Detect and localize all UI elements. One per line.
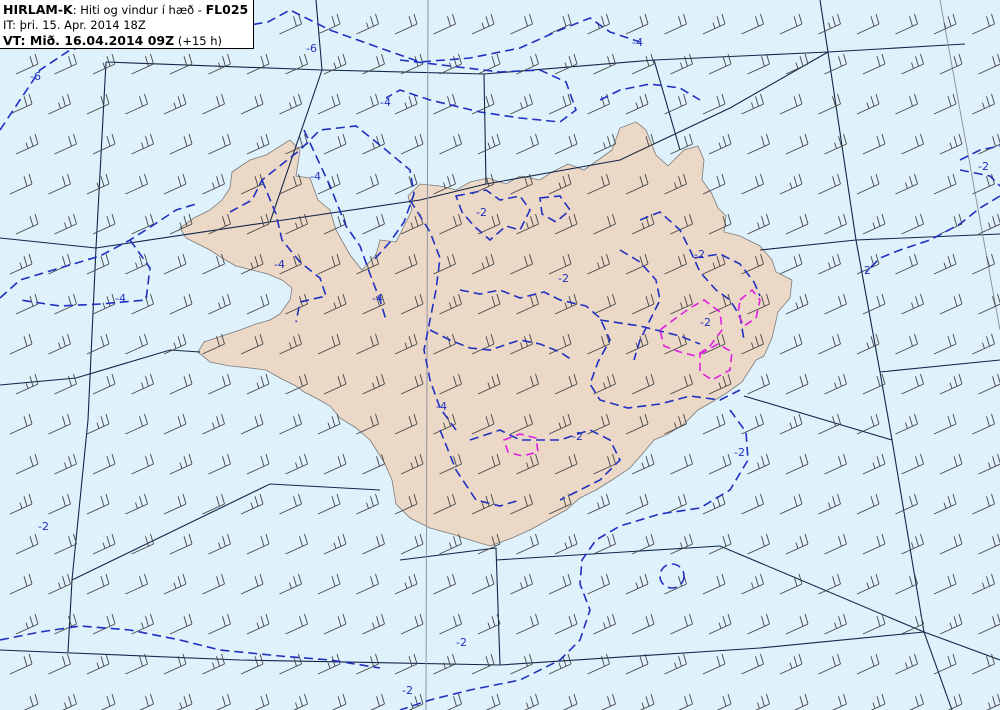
- contour-label: -2: [456, 636, 467, 649]
- valid-time-line: VT: Mið. 16.04.2014 09Z (+15 h): [3, 33, 250, 49]
- contour-label: -2: [572, 430, 583, 443]
- contour-label: -4: [436, 400, 447, 413]
- valid-offset: (+15 h): [174, 34, 223, 48]
- contour-label: -2: [978, 160, 989, 173]
- valid-time: Mið. 16.04.2014 09Z: [29, 33, 175, 48]
- contour-label: -2: [860, 264, 871, 277]
- contour-label: -2: [476, 206, 487, 219]
- contour-label: -2: [402, 684, 413, 697]
- contour-label: -4: [310, 170, 321, 183]
- contour-label: -2: [558, 272, 569, 285]
- map-title-box: HIRLAM-K: Hiti og vindur í hæð - FL025 I…: [0, 0, 254, 49]
- contour-label: -4: [372, 292, 383, 305]
- contour-label: -4: [115, 292, 126, 305]
- contour-label: -6: [306, 42, 317, 55]
- contour-label: -2: [734, 446, 745, 459]
- contour-label: -2: [694, 248, 705, 261]
- weather-map: -6 -6 -4 -4 -4 -4 -4 -4 -2 -2 -2 -2 -2 -…: [0, 0, 1000, 710]
- issue-time: IT: þri. 15. Apr. 2014 18Z: [3, 18, 146, 32]
- contour-label: -4: [632, 36, 643, 49]
- flight-level: FL025: [205, 2, 249, 17]
- contour-label: -6: [30, 70, 41, 83]
- title-line: HIRLAM-K: Hiti og vindur í hæð - FL025: [3, 2, 250, 18]
- valid-prefix: VT:: [3, 33, 30, 48]
- model-name: HIRLAM-K: [3, 2, 73, 17]
- contour-label: -4: [274, 258, 285, 271]
- contour-label: -2: [700, 316, 711, 329]
- chart-description: : Hiti og vindur í hæð -: [72, 3, 206, 17]
- contour-label: -4: [380, 96, 391, 109]
- contour-label: -2: [38, 520, 49, 533]
